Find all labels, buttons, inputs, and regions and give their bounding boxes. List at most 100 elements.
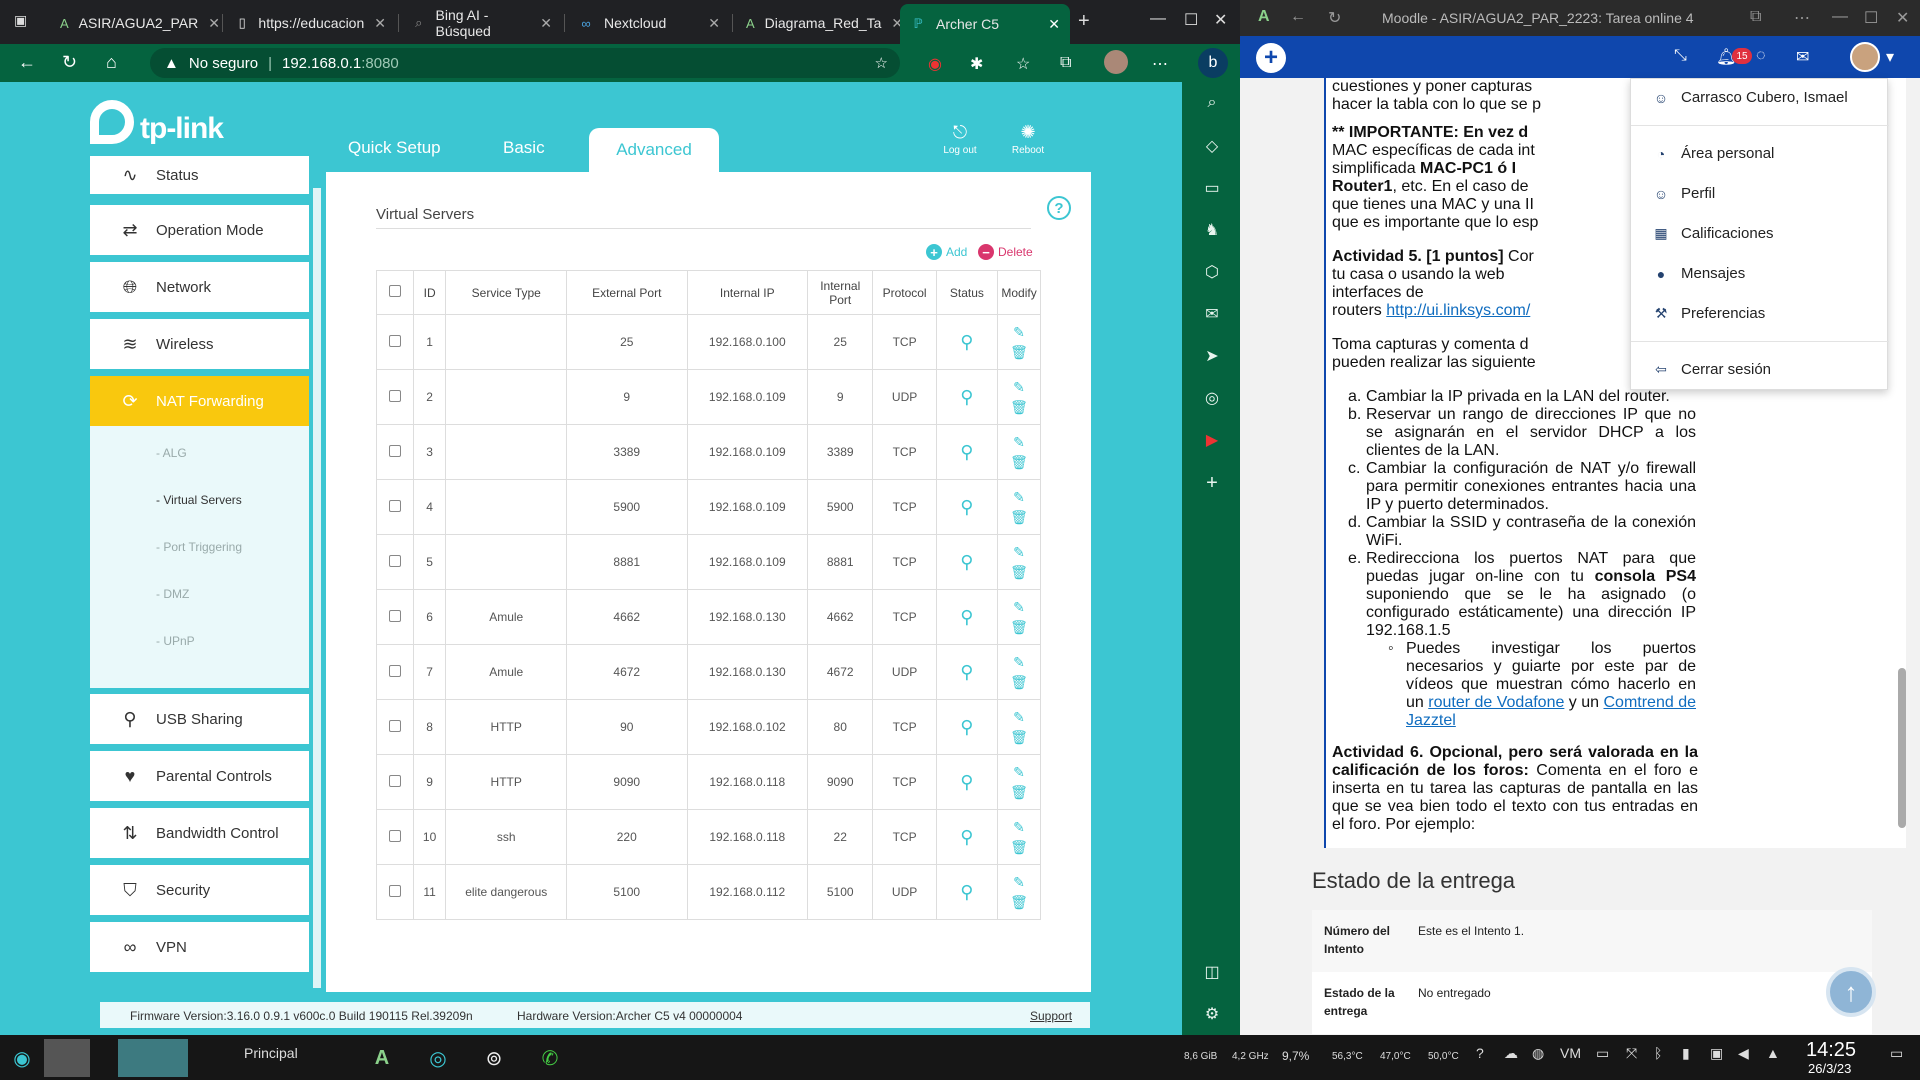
edit-icon[interactable]: ✎ [1010,820,1028,834]
battery-icon[interactable]: ▮ [1682,1045,1690,1062]
tab-diagrama[interactable]: A Diagrama_Red_Ta ✕ [736,6,903,40]
minimize-icon[interactable]: — [1832,8,1848,26]
new-tab-button[interactable]: + [1078,10,1090,33]
row-checkbox[interactable] [388,499,401,512]
row-checkbox[interactable] [388,884,401,897]
tag-icon[interactable]: ◇ [1202,136,1222,156]
collapse-icon[interactable]: ⤡ [1674,47,1687,65]
status-bulb-icon[interactable]: ⚲ [960,772,973,793]
dropdown-area-personal[interactable]: ◔ Área personal [1653,145,1775,162]
help-icon[interactable]: ? [1476,1045,1484,1061]
launcher-icon[interactable]: ◉ [2,1039,42,1077]
refresh-icon[interactable]: ↻ [1328,8,1341,28]
menu-scrollbar[interactable] [313,188,321,988]
status-bulb-icon[interactable]: ⚲ [960,497,973,518]
close-icon[interactable]: ✕ [374,15,386,32]
ublock-icon[interactable]: ◉ [928,54,942,74]
status-bulb-icon[interactable]: ⚲ [960,332,973,353]
nav-basic[interactable]: Basic [503,138,545,158]
network-icon[interactable]: ▣ [1710,1045,1723,1062]
extensions-icon[interactable]: ✱ [970,54,983,74]
add-button[interactable]: + Add [926,244,967,260]
edit-icon[interactable]: ✎ [1010,710,1028,724]
maximize-icon[interactable]: ☐ [1184,10,1198,30]
chat-icon[interactable]: ◌ [1756,47,1766,65]
trash-icon[interactable]: 🗑︎ [1010,400,1028,414]
profile-avatar[interactable] [1104,50,1128,74]
add-icon[interactable]: + [1202,472,1222,494]
edit-icon[interactable]: ✎ [1010,435,1028,449]
edit-icon[interactable]: ✎ [1010,600,1028,614]
favorite-icon[interactable]: ☆ [875,54,888,72]
edge-app-icon[interactable]: ◎ [418,1039,458,1077]
status-bulb-icon[interactable]: ⚲ [960,662,973,683]
edit-icon[interactable]: ✎ [1010,655,1028,669]
bing-icon[interactable]: b [1198,48,1228,78]
outlook-icon[interactable]: ✉ [1202,304,1222,324]
whatsapp-app-icon[interactable]: ✆ [530,1039,570,1077]
tools-icon[interactable]: ⬡ [1202,262,1222,282]
menu-security[interactable]: ⛉ Security [90,865,309,915]
close-icon[interactable]: ✕ [708,15,720,32]
submenu-dmz[interactable]: - DMZ [156,587,189,601]
clock-time[interactable]: 14:25 [1806,1039,1856,1062]
trash-icon[interactable]: 🗑︎ [1010,675,1028,689]
home-icon[interactable]: ⌂ [106,52,117,73]
more-icon[interactable]: ⋯ [1152,54,1168,74]
settings-icon[interactable]: ⚙ [1202,1004,1222,1024]
refresh-icon[interactable]: ↻ [62,52,77,73]
menu-network[interactable]: 🌐︎ Network [90,262,309,312]
tab-actions-icon[interactable]: ▣ [14,12,27,29]
dropdown-calificaciones[interactable]: ▦ Calificaciones [1653,225,1773,242]
dropdown-perfil[interactable]: ☺ Perfil [1653,185,1715,202]
add-block-button[interactable]: + [1256,43,1286,73]
row-checkbox[interactable] [388,554,401,567]
support-link[interactable]: Support [1030,1009,1072,1023]
more-icon[interactable]: ⋯ [1794,8,1810,28]
workspace-thumb[interactable] [118,1039,188,1077]
reboot-button[interactable]: ✺ Reboot [998,122,1058,156]
close-window-icon[interactable]: ✕ [1214,10,1227,30]
select-all-checkbox[interactable] [388,285,401,297]
trash-icon[interactable]: 🗑︎ [1010,620,1028,634]
submenu-virtual-servers[interactable]: - Virtual Servers [156,493,242,507]
trash-icon[interactable]: 🗑︎ [1010,510,1028,524]
row-checkbox[interactable] [388,389,401,402]
workspace-thumb[interactable] [44,1039,90,1077]
briefcase-icon[interactable]: ▭ [1202,178,1222,198]
dropdown-user-name[interactable]: ☺ Carrasco Cubero, Ismael [1653,89,1848,106]
trash-icon[interactable]: 🗑︎ [1010,565,1028,579]
dropdown-preferencias[interactable]: ⚒ Preferencias [1653,305,1766,322]
close-icon[interactable]: ✕ [208,15,220,32]
edit-icon[interactable]: ✎ [1010,490,1028,504]
moodle-app-icon[interactable]: A [362,1039,402,1077]
nav-advanced[interactable]: Advanced [589,128,719,172]
submenu-upnp[interactable]: - UPnP [156,634,195,648]
row-checkbox[interactable] [388,774,401,787]
games-icon[interactable]: ♞ [1202,220,1222,240]
youtube-icon[interactable]: ▶ [1202,430,1222,450]
trash-icon[interactable]: 🗑︎ [1010,455,1028,469]
submenu-port-triggering[interactable]: - Port Triggering [156,540,242,554]
row-checkbox[interactable] [388,334,401,347]
vm-tray-icon[interactable]: VM [1560,1045,1581,1061]
close-icon[interactable]: ✕ [540,15,552,32]
vm-app-icon[interactable]: ⊚ [474,1039,514,1077]
dropdown-mensajes[interactable]: ● Mensajes [1653,265,1745,282]
status-bulb-icon[interactable]: ⚲ [960,442,973,463]
row-checkbox[interactable] [388,444,401,457]
tab-moodle[interactable]: A ASIR/AGUA2_PAR ✕ [50,6,220,40]
status-bulb-icon[interactable]: ⚲ [960,882,973,903]
connect-icon[interactable]: ⤧ [1626,1045,1637,1062]
trash-icon[interactable]: 🗑︎ [1010,895,1028,909]
status-bulb-icon[interactable]: ⚲ [960,387,973,408]
vodafone-link[interactable]: router de Vodafone [1428,694,1564,711]
terminal-icon[interactable]: ▭ [1596,1045,1609,1062]
close-icon[interactable]: ✕ [1048,16,1060,33]
menu-bandwidth-control[interactable]: ⇅ Bandwidth Control [90,808,309,858]
tab-nextcloud[interactable]: ∞ Nextcloud ✕ [568,6,730,40]
workspace-label[interactable]: Principal [244,1045,298,1061]
volume-icon[interactable]: ◀ [1738,1045,1749,1062]
color-icon[interactable]: ◍ [1532,1045,1544,1062]
bluetooth-icon[interactable]: ᛒ [1654,1045,1662,1061]
